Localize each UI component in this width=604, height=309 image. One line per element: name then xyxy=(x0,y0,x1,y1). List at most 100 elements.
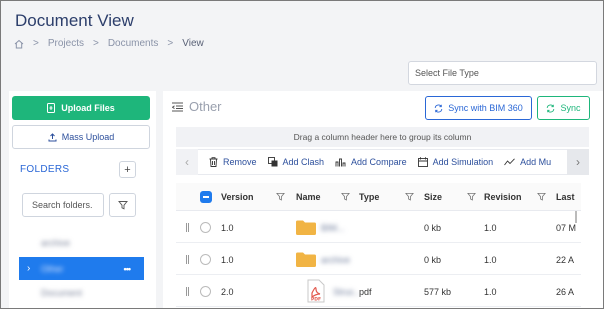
cell-revision: 1.0 xyxy=(484,286,497,297)
clash-icon xyxy=(267,157,278,167)
table-row[interactable]: 1.0 archive 0 kb 1.0 22 A xyxy=(176,244,581,275)
home-icon[interactable] xyxy=(14,39,24,49)
table-row[interactable]: 2.0 PDF Struc... pdf 577 kb 1.0 26 A xyxy=(176,276,581,307)
folder-tree-item[interactable]: archive xyxy=(19,233,144,253)
group-panel-hint[interactable]: Drag a column header here to group its c… xyxy=(176,127,589,147)
more-options-icon[interactable]: ••• xyxy=(124,264,132,274)
folders-heading: FOLDERS xyxy=(20,164,70,175)
remove-label: Remove xyxy=(223,157,257,167)
mass-upload-button[interactable]: Mass Upload xyxy=(12,125,150,149)
cell-last: 22 A xyxy=(556,254,575,265)
cell-version: 2.0 xyxy=(221,286,234,297)
sync-bim360-label: Sync with BIM 360 xyxy=(448,103,523,113)
add-folder-button[interactable]: + xyxy=(119,161,136,178)
folder-tree-item-selected[interactable]: › Other ••• xyxy=(19,257,144,280)
menu-collapse-icon[interactable] xyxy=(172,102,183,112)
chevron-right-icon[interactable]: › xyxy=(27,263,41,274)
sync-icon xyxy=(547,104,555,112)
toolbar-scroll-right[interactable]: › xyxy=(567,149,589,175)
folder-tree-label: Document xyxy=(41,288,83,298)
sync-icon xyxy=(434,104,443,112)
folder-tree-label: archive xyxy=(41,238,71,248)
sync-bim360-button[interactable]: Sync with BIM 360 xyxy=(425,96,532,120)
column-header-name[interactable]: Name xyxy=(296,183,321,211)
breadcrumb: > Projects > Documents > View xyxy=(14,38,204,49)
select-all-checkbox[interactable] xyxy=(200,191,212,203)
cell-version: 1.0 xyxy=(221,254,234,265)
sync-label: Sync xyxy=(560,103,581,113)
filter-icon[interactable] xyxy=(405,192,414,201)
drag-handle-icon[interactable] xyxy=(186,223,189,232)
add-simulation-button[interactable]: Add Simulation xyxy=(417,157,494,167)
folder-icon xyxy=(296,252,316,267)
app-frame: Document View > Projects > Documents > V… xyxy=(0,0,604,309)
cell-name[interactable]: Struc... xyxy=(333,276,362,307)
upload-file-icon xyxy=(47,103,56,113)
upload-icon xyxy=(48,132,57,141)
cell-size: 0 kb xyxy=(424,254,442,265)
breadcrumb-projects[interactable]: Projects xyxy=(48,38,84,49)
add-more-button[interactable]: Add Mu xyxy=(504,157,551,167)
add-clash-button[interactable]: Add Clash xyxy=(267,157,325,167)
filter-icon xyxy=(117,201,128,210)
calendar-icon xyxy=(417,157,428,167)
drag-handle-icon[interactable] xyxy=(186,287,189,296)
upload-files-button[interactable]: Upload Files xyxy=(12,96,150,120)
cell-revision: 1.0 xyxy=(484,222,497,233)
cell-name[interactable]: BIM... xyxy=(321,212,345,243)
documents-panel: Other Sync with BIM 360 Sync Drag a colu… xyxy=(163,91,603,308)
drag-handle-icon[interactable] xyxy=(186,255,189,264)
upload-files-label: Upload Files xyxy=(61,103,115,113)
filter-icon[interactable] xyxy=(467,192,476,201)
toolbar-scroll-left[interactable]: ‹ xyxy=(176,149,198,175)
breadcrumb-separator: > xyxy=(167,38,174,49)
cell-last: 07 M xyxy=(556,222,577,233)
cell-last: 26 A xyxy=(556,286,575,297)
add-simulation-label: Add Simulation xyxy=(432,157,494,167)
column-header-revision[interactable]: Revision xyxy=(484,183,522,211)
breadcrumb-view: View xyxy=(182,38,204,49)
row-select-radio[interactable] xyxy=(200,254,211,265)
row-select-radio[interactable] xyxy=(200,286,211,297)
column-header-last[interactable]: Last xyxy=(556,183,575,211)
filter-icon[interactable] xyxy=(276,192,285,201)
pdf-icon: PDF xyxy=(307,279,325,303)
cell-revision: 1.0 xyxy=(484,254,497,265)
svg-text:PDF: PDF xyxy=(311,297,321,303)
cell-size: 0 kb xyxy=(424,222,442,233)
add-compare-label: Add Compare xyxy=(351,157,407,167)
folder-icon xyxy=(296,220,316,235)
folder-tree-item[interactable]: Document xyxy=(19,283,144,303)
breadcrumb-separator: > xyxy=(92,38,99,49)
add-compare-button[interactable]: Add Compare xyxy=(335,157,407,167)
folder-title: Other xyxy=(172,99,222,114)
file-type-select[interactable]: Select File Type xyxy=(408,61,597,85)
add-more-label: Add Mu xyxy=(520,157,552,167)
search-folders-input[interactable]: Search folders. xyxy=(22,193,104,217)
page-title: Document View xyxy=(15,11,134,30)
grid-scrollbar[interactable] xyxy=(575,211,577,223)
folder-title-label: Other xyxy=(189,99,222,114)
table-row[interactable]: 1.0 BIM... 0 kb 1.0 07 M xyxy=(176,212,581,243)
column-header-size[interactable]: Size xyxy=(424,183,442,211)
folder-filter-button[interactable] xyxy=(109,193,136,217)
cell-name[interactable]: archive xyxy=(321,244,350,275)
filter-icon[interactable] xyxy=(537,192,546,201)
mass-upload-label: Mass Upload xyxy=(61,132,115,142)
cell-version: 1.0 xyxy=(221,222,234,233)
trend-icon xyxy=(504,158,515,166)
column-header-type[interactable]: Type xyxy=(359,183,379,211)
grid-header: Version Name Type Size Revision Last xyxy=(176,183,581,211)
trash-icon xyxy=(209,157,218,167)
add-clash-label: Add Clash xyxy=(282,157,325,167)
remove-button[interactable]: Remove xyxy=(209,157,257,167)
folders-panel: Upload Files Mass Upload FOLDERS + Searc… xyxy=(9,91,156,308)
row-select-radio[interactable] xyxy=(200,222,211,233)
folder-tree-label: Other xyxy=(41,263,64,274)
compare-icon xyxy=(335,158,346,167)
breadcrumb-documents[interactable]: Documents xyxy=(108,38,159,49)
sync-button[interactable]: Sync xyxy=(537,96,590,120)
filter-icon[interactable] xyxy=(341,192,350,201)
column-header-version[interactable]: Version xyxy=(221,183,254,211)
cell-type: pdf xyxy=(359,286,372,297)
